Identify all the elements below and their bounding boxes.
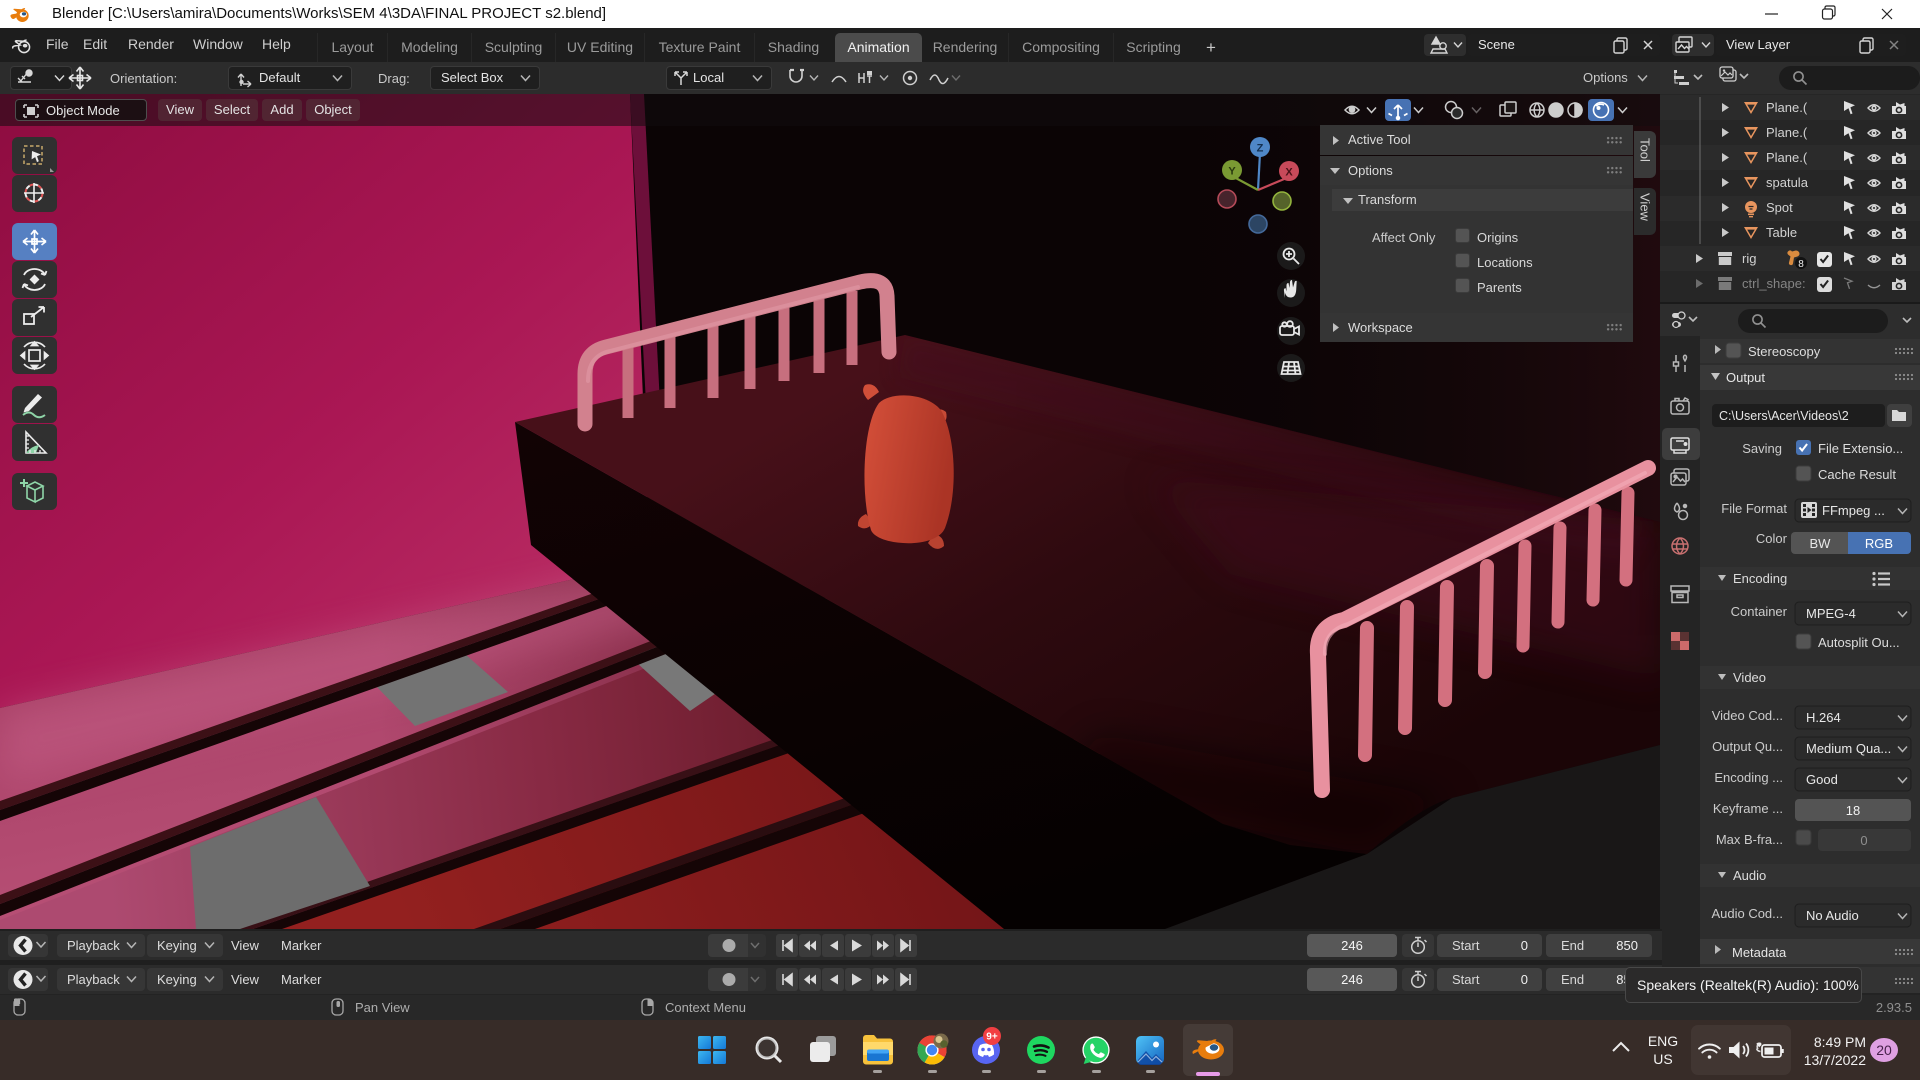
svg-text:18: 18 [1846,803,1860,818]
svg-text:Container: Container [1731,604,1788,619]
svg-text:rig: rig [1742,251,1756,266]
svg-text:Medium Qua...: Medium Qua... [1806,741,1891,756]
svg-text:Output: Output [1726,370,1765,385]
svg-text:13/7/2022: 13/7/2022 [1804,1052,1866,1068]
svg-text:Context Menu: Context Menu [665,1000,746,1015]
svg-text:File Format: File Format [1721,501,1787,516]
svg-text:Plane.(: Plane.( [1766,125,1808,140]
svg-text:Encoding: Encoding [1733,571,1787,586]
svg-text:ENG: ENG [1648,1033,1678,1049]
svg-text:2.93.5: 2.93.5 [1876,1000,1912,1015]
svg-text:20: 20 [1876,1042,1892,1058]
svg-text:Video: Video [1733,670,1766,685]
svg-text:FFmpeg ...: FFmpeg ... [1822,503,1885,518]
svg-text:MPEG-4: MPEG-4 [1806,606,1856,621]
svg-text:Stereoscopy: Stereoscopy [1748,344,1821,359]
svg-text:File Extensio...: File Extensio... [1818,441,1903,456]
svg-text:8: 8 [1798,259,1804,270]
svg-text:Cache Result: Cache Result [1818,467,1896,482]
svg-text:Saving: Saving [1742,441,1782,456]
svg-text:H.264: H.264 [1806,710,1841,725]
svg-text:US: US [1653,1051,1672,1067]
svg-text:Video Cod...: Video Cod... [1712,708,1783,723]
svg-text:spatula: spatula [1766,175,1809,190]
svg-text:RGB: RGB [1865,536,1893,551]
svg-text:No Audio: No Audio [1806,908,1859,923]
svg-text:Spot: Spot [1766,200,1793,215]
svg-text:C:\Users\Acer\Videos\2: C:\Users\Acer\Videos\2 [1719,409,1849,423]
svg-text:Audio Cod...: Audio Cod... [1711,906,1783,921]
svg-text:Keyframe ...: Keyframe ... [1713,801,1783,816]
svg-text:Plane.(: Plane.( [1766,100,1808,115]
svg-text:Table: Table [1766,225,1797,240]
svg-text:Z: Z [1257,143,1264,155]
svg-text:Encoding ...: Encoding ... [1714,770,1783,785]
svg-text:Plane.(: Plane.( [1766,150,1808,165]
svg-text:Y: Y [1228,166,1236,178]
svg-text:ctrl_shape:: ctrl_shape: [1742,276,1806,291]
svg-text:0: 0 [1860,833,1867,848]
svg-text:BW: BW [1810,536,1832,551]
svg-text:Good: Good [1806,772,1838,787]
svg-text:Output Qu...: Output Qu... [1712,739,1783,754]
svg-text:Color: Color [1756,531,1788,546]
svg-text:X: X [1285,167,1293,179]
svg-text:Audio: Audio [1733,868,1766,883]
svg-text:Max B-fra...: Max B-fra... [1716,832,1783,847]
svg-text:Pan View: Pan View [355,1000,410,1015]
svg-text:9+: 9+ [986,1032,998,1043]
svg-text:Autosplit Ou...: Autosplit Ou... [1818,635,1900,650]
svg-text:8:49 PM: 8:49 PM [1814,1034,1866,1050]
